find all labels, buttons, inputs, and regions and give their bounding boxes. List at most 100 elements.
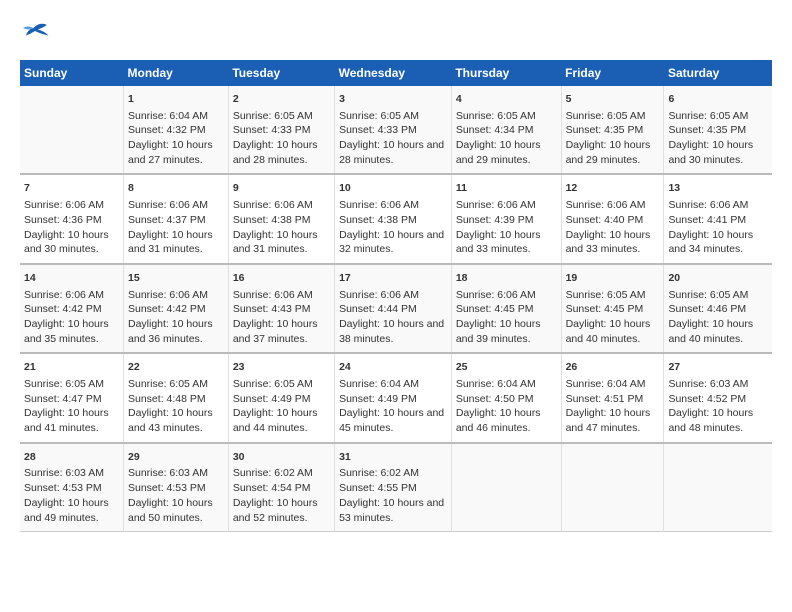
day-cell <box>561 443 664 532</box>
page-header <box>20 20 772 50</box>
sunrise: Sunrise: 6:05 AM <box>668 289 748 301</box>
daylight: Daylight: 10 hours and 33 minutes. <box>456 229 541 256</box>
sunrise: Sunrise: 6:06 AM <box>24 289 104 301</box>
day-cell: 19 Sunrise: 6:05 AM Sunset: 4:45 PM Dayligh… <box>561 264 664 353</box>
day-cell <box>20 86 124 174</box>
day-number: 3 <box>339 92 447 107</box>
day-number: 12 <box>566 181 660 196</box>
day-number: 9 <box>233 181 330 196</box>
day-number: 2 <box>233 92 330 107</box>
daylight: Daylight: 10 hours and 36 minutes. <box>128 318 213 345</box>
daylight: Daylight: 10 hours and 39 minutes. <box>456 318 541 345</box>
day-cell: 2Sunrise: 6:05 AMSunset: 4:33 PMDaylight… <box>228 86 334 174</box>
day-number: 13 <box>668 181 768 196</box>
daylight: Daylight: 10 hours and 34 minutes. <box>668 229 753 256</box>
day-number: 15 <box>128 271 224 286</box>
daylight: Daylight: 10 hours and 40 minutes. <box>566 318 651 345</box>
daylight: Daylight: 10 hours and 31 minutes. <box>233 229 318 256</box>
sunrise: Sunrise: 6:06 AM <box>233 199 313 211</box>
sunset: Sunset: 4:50 PM <box>456 393 534 405</box>
day-number: 19 <box>566 271 660 286</box>
sunrise: Sunrise: 6:06 AM <box>456 199 536 211</box>
sunrise: Sunrise: 6:06 AM <box>339 289 419 301</box>
day-number: 18 <box>456 271 557 286</box>
sunset: Sunset: 4:52 PM <box>668 393 746 405</box>
week-row-5: 28Sunrise: 6:03 AMSunset: 4:53 PMDayligh… <box>20 443 772 532</box>
day-cell: 27Sunrise: 6:03 AMSunset: 4:52 PMDayligh… <box>664 353 772 442</box>
sunset: Sunset: 4:40 PM <box>566 214 644 226</box>
sunrise: Sunrise: 6:04 AM <box>566 378 646 390</box>
sunrise: Sunrise: 6:06 AM <box>566 199 646 211</box>
day-number: 21 <box>24 360 119 375</box>
daylight: Daylight: 10 hours and 48 minutes. <box>668 407 753 434</box>
daylight: Daylight: 10 hours and 47 minutes. <box>566 407 651 434</box>
week-row-3: 14Sunrise: 6:06 AMSunset: 4:42 PMDayligh… <box>20 264 772 353</box>
sunrise: Sunrise: 6:02 AM <box>339 467 419 479</box>
day-cell: 16Sunrise: 6:06 AMSunset: 4:43 PMDayligh… <box>228 264 334 353</box>
sunset: Sunset: 4:45 PM <box>566 303 644 315</box>
day-cell: 7Sunrise: 6:06 AMSunset: 4:36 PMDaylight… <box>20 174 124 263</box>
week-row-2: 7Sunrise: 6:06 AMSunset: 4:36 PMDaylight… <box>20 174 772 263</box>
sunrise: Sunrise: 6:05 AM <box>566 289 646 301</box>
day-number: 5 <box>566 92 660 107</box>
sunrise: Sunrise: 6:06 AM <box>456 289 536 301</box>
day-cell: 5Sunrise: 6:05 AMSunset: 4:35 PMDaylight… <box>561 86 664 174</box>
sunset: Sunset: 4:35 PM <box>668 124 746 136</box>
column-header-monday: Monday <box>124 60 229 86</box>
daylight: Daylight: 10 hours and 30 minutes. <box>24 229 109 256</box>
day-number: 11 <box>456 181 557 196</box>
sunrise: Sunrise: 6:06 AM <box>24 199 104 211</box>
day-cell: 24Sunrise: 6:04 AMSunset: 4:49 PMDayligh… <box>335 353 452 442</box>
sunset: Sunset: 4:34 PM <box>456 124 534 136</box>
daylight: Daylight: 10 hours and 45 minutes. <box>339 407 444 434</box>
day-cell: 6Sunrise: 6:05 AMSunset: 4:35 PMDaylight… <box>664 86 772 174</box>
daylight: Daylight: 10 hours and 29 minutes. <box>566 139 651 166</box>
sunset: Sunset: 4:53 PM <box>128 482 206 494</box>
day-number: 24 <box>339 360 447 375</box>
daylight: Daylight: 10 hours and 28 minutes. <box>233 139 318 166</box>
sunset: Sunset: 4:47 PM <box>24 393 102 405</box>
daylight: Daylight: 10 hours and 28 minutes. <box>339 139 444 166</box>
logo <box>20 20 54 50</box>
day-cell <box>664 443 772 532</box>
sunrise: Sunrise: 6:03 AM <box>24 467 104 479</box>
daylight: Daylight: 10 hours and 30 minutes. <box>668 139 753 166</box>
daylight: Daylight: 10 hours and 33 minutes. <box>566 229 651 256</box>
day-number: 7 <box>24 181 119 196</box>
day-number: 1 <box>128 92 224 107</box>
day-number: 17 <box>339 271 447 286</box>
sunset: Sunset: 4:51 PM <box>566 393 644 405</box>
day-cell: 14Sunrise: 6:06 AMSunset: 4:42 PMDayligh… <box>20 264 124 353</box>
week-row-1: 1Sunrise: 6:04 AMSunset: 4:32 PMDaylight… <box>20 86 772 174</box>
sunset: Sunset: 4:37 PM <box>128 214 206 226</box>
sunset: Sunset: 4:42 PM <box>128 303 206 315</box>
day-cell <box>451 443 561 532</box>
day-number: 23 <box>233 360 330 375</box>
daylight: Daylight: 10 hours and 43 minutes. <box>128 407 213 434</box>
day-number: 28 <box>24 450 119 465</box>
sunrise: Sunrise: 6:05 AM <box>456 110 536 122</box>
day-number: 25 <box>456 360 557 375</box>
column-header-wednesday: Wednesday <box>335 60 452 86</box>
column-header-tuesday: Tuesday <box>228 60 334 86</box>
sunset: Sunset: 4:43 PM <box>233 303 311 315</box>
sunrise: Sunrise: 6:04 AM <box>456 378 536 390</box>
logo-icon <box>20 20 50 45</box>
day-cell: 1Sunrise: 6:04 AMSunset: 4:32 PMDaylight… <box>124 86 229 174</box>
sunrise: Sunrise: 6:05 AM <box>566 110 646 122</box>
day-number: 8 <box>128 181 224 196</box>
sunset: Sunset: 4:45 PM <box>456 303 534 315</box>
sunrise: Sunrise: 6:02 AM <box>233 467 313 479</box>
sunset: Sunset: 4:41 PM <box>668 214 746 226</box>
day-cell: 30Sunrise: 6:02 AMSunset: 4:54 PMDayligh… <box>228 443 334 532</box>
column-header-sunday: Sunday <box>20 60 124 86</box>
sunset: Sunset: 4:48 PM <box>128 393 206 405</box>
sunset: Sunset: 4:32 PM <box>128 124 206 136</box>
daylight: Daylight: 10 hours and 35 minutes. <box>24 318 109 345</box>
day-cell: 18 Sunrise: 6:06 AM Sunset: 4:45 PM Dayligh… <box>451 264 561 353</box>
sunrise: Sunrise: 6:06 AM <box>128 199 208 211</box>
column-header-saturday: Saturday <box>664 60 772 86</box>
sunset: Sunset: 4:49 PM <box>339 393 417 405</box>
day-cell: 8Sunrise: 6:06 AMSunset: 4:37 PMDaylight… <box>124 174 229 263</box>
day-cell: 26Sunrise: 6:04 AMSunset: 4:51 PMDayligh… <box>561 353 664 442</box>
